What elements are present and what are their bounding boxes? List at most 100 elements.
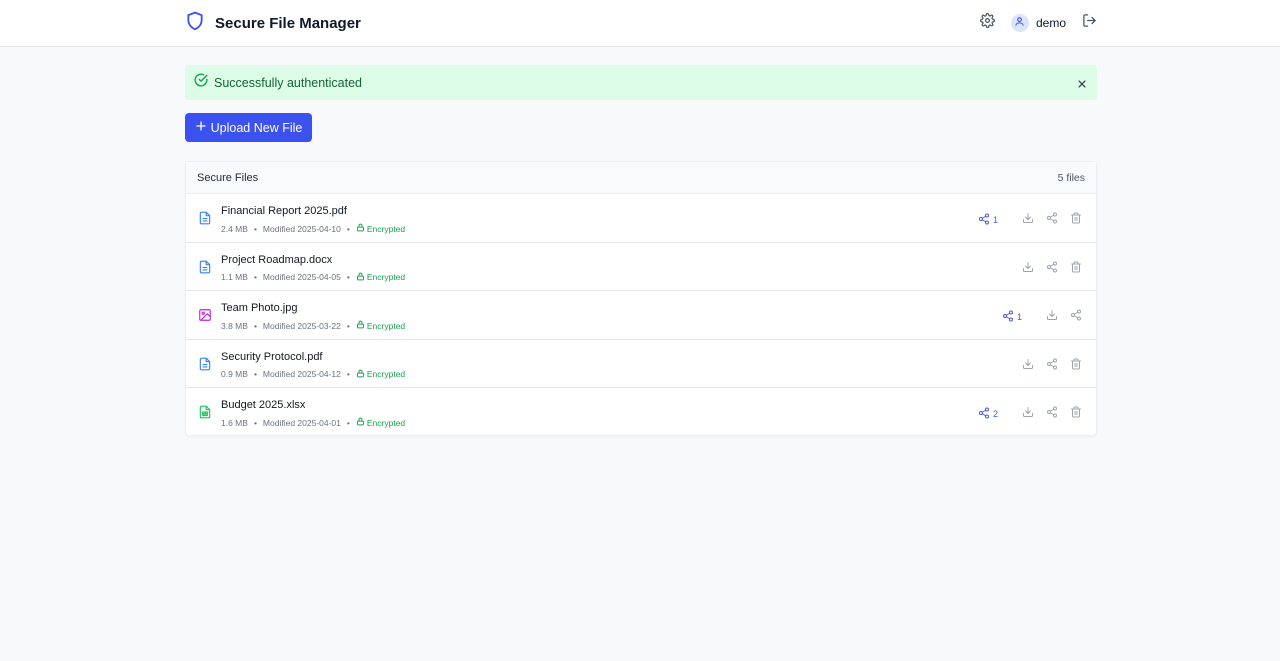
- delete-button[interactable]: [1070, 211, 1082, 229]
- file-row[interactable]: Financial Report 2025.pdf 2.4 MB • Modif…: [186, 194, 1096, 243]
- trash-icon: [1070, 211, 1082, 229]
- gear-icon: [980, 13, 995, 33]
- user-icon: [1014, 14, 1025, 32]
- document-icon: [198, 210, 212, 231]
- file-modified: Modified 2025-03-22: [262, 320, 341, 331]
- shared-count-badge[interactable]: 1: [978, 213, 998, 227]
- file-row[interactable]: Project Roadmap.docx 1.1 MB • Modified 2…: [186, 243, 1096, 291]
- top-bar: Secure File Manager demo: [0, 0, 1280, 47]
- settings-button[interactable]: [980, 13, 995, 33]
- encrypted-badge: Encrypted: [356, 417, 405, 428]
- separator: •: [346, 320, 350, 331]
- file-size: 1.1 MB: [221, 272, 248, 282]
- image-icon: [198, 307, 212, 328]
- shared-count: 1: [1016, 312, 1022, 322]
- delete-button[interactable]: [1070, 260, 1082, 278]
- download-button[interactable]: [1022, 260, 1034, 278]
- share-icon: [1046, 405, 1058, 423]
- panel-header: Secure Files 5 files: [186, 162, 1096, 194]
- upload-button-label: Upload New File: [210, 120, 303, 135]
- separator: •: [346, 369, 350, 379]
- share-button[interactable]: [1046, 260, 1058, 278]
- dismiss-alert-button[interactable]: [1077, 76, 1087, 94]
- delete-button[interactable]: [1070, 405, 1082, 423]
- download-icon: [1046, 308, 1058, 326]
- file-meta: 1.6 MB • Modified 2025-04-01 • Encrypted: [221, 417, 405, 428]
- shared-count-badge[interactable]: 1: [1002, 310, 1022, 324]
- brand: Secure File Manager: [185, 10, 361, 37]
- file-row[interactable]: Budget 2025.xlsx 1.6 MB • Modified 2025-…: [186, 388, 1096, 437]
- file-size: 0.9 MB: [221, 369, 248, 379]
- share-icon: [1070, 308, 1082, 326]
- file-row[interactable]: Team Photo.jpg 3.8 MB • Modified 2025-03…: [186, 291, 1096, 340]
- panel-title: Secure Files: [197, 171, 259, 184]
- file-size: 3.8 MB: [221, 320, 248, 331]
- file-modified: Modified 2025-04-12: [262, 369, 341, 379]
- spreadsheet-icon: [198, 404, 212, 425]
- file-meta: 0.9 MB • Modified 2025-04-12 • Encrypted: [221, 369, 405, 380]
- share-button[interactable]: [1070, 308, 1082, 326]
- download-button[interactable]: [1022, 405, 1034, 423]
- encrypted-badge: Encrypted: [356, 223, 405, 234]
- encryption-status: Encrypted: [366, 320, 406, 331]
- shared-users-icon: [978, 213, 990, 227]
- file-size: 1.6 MB: [221, 417, 248, 428]
- file-size: 2.4 MB: [221, 223, 248, 234]
- avatar: [1010, 14, 1029, 32]
- encrypted-badge: Encrypted: [356, 272, 405, 283]
- file-name[interactable]: Security Protocol.pdf: [221, 351, 323, 363]
- app-title: Secure File Manager: [215, 14, 361, 32]
- file-modified: Modified 2025-04-10: [262, 223, 341, 234]
- shared-count: 1: [992, 215, 998, 225]
- download-button[interactable]: [1022, 357, 1034, 375]
- download-icon: [1022, 405, 1034, 423]
- file-meta: 1.1 MB • Modified 2025-04-05 • Encrypted: [221, 272, 405, 283]
- file-modified: Modified 2025-04-01: [262, 417, 341, 428]
- encryption-status: Encrypted: [366, 417, 406, 428]
- logout-button[interactable]: [1082, 13, 1097, 33]
- file-modified: Modified 2025-04-05: [262, 272, 341, 282]
- shared-count: 2: [992, 409, 998, 419]
- file-actions: 2: [978, 405, 1082, 423]
- file-name[interactable]: Team Photo.jpg: [221, 302, 297, 314]
- share-button[interactable]: [1046, 211, 1058, 229]
- file-row[interactable]: Security Protocol.pdf 0.9 MB • Modified …: [186, 340, 1096, 388]
- lock-icon: [356, 369, 365, 380]
- file-name[interactable]: Financial Report 2025.pdf: [221, 205, 347, 217]
- separator: •: [346, 417, 350, 428]
- share-button[interactable]: [1046, 405, 1058, 423]
- separator: •: [346, 223, 350, 234]
- download-icon: [1022, 260, 1034, 278]
- file-count: 5 files: [1057, 171, 1085, 184]
- delete-button[interactable]: [1070, 357, 1082, 375]
- separator: •: [253, 223, 257, 234]
- separator: •: [346, 272, 350, 282]
- file-actions: [1022, 357, 1082, 375]
- document-icon: [198, 356, 212, 377]
- encrypted-badge: Encrypted: [356, 369, 405, 380]
- download-icon: [1022, 211, 1034, 229]
- encryption-status: Encrypted: [366, 223, 406, 234]
- share-button[interactable]: [1046, 357, 1058, 375]
- shield-icon: [185, 10, 205, 37]
- upload-new-file-button[interactable]: Upload New File: [185, 113, 312, 142]
- success-alert: Successfully authenticated: [185, 65, 1097, 100]
- download-button[interactable]: [1046, 308, 1058, 326]
- download-button[interactable]: [1022, 211, 1034, 229]
- file-actions: [1022, 260, 1082, 278]
- share-icon: [1046, 357, 1058, 375]
- top-actions: demo: [980, 13, 1097, 33]
- encryption-status: Encrypted: [366, 272, 406, 282]
- file-name[interactable]: Budget 2025.xlsx: [221, 399, 305, 411]
- shared-count-badge[interactable]: 2: [978, 407, 998, 421]
- alert-message: Successfully authenticated: [214, 75, 363, 90]
- file-actions: 1: [1002, 308, 1082, 326]
- separator: •: [253, 272, 257, 282]
- shared-users-icon: [978, 407, 990, 421]
- lock-icon: [356, 223, 365, 234]
- check-circle-icon: [194, 73, 208, 92]
- share-icon: [1046, 211, 1058, 229]
- user-menu[interactable]: demo: [1010, 14, 1066, 32]
- file-name[interactable]: Project Roadmap.docx: [221, 254, 332, 266]
- file-actions: 1: [978, 211, 1082, 229]
